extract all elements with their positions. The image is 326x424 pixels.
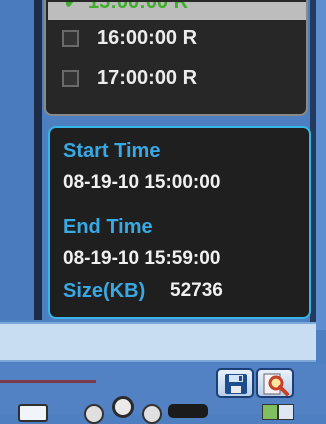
right-edge	[316, 0, 326, 330]
progress-line	[0, 380, 96, 383]
list-view-icon[interactable]	[278, 404, 294, 420]
recording-item[interactable]: 17:00:00 R	[62, 66, 197, 90]
tab-button[interactable]	[18, 404, 48, 422]
recording-item[interactable]: 16:00:00 R	[62, 26, 197, 50]
start-time-value: 08-19-10 15:00:00	[63, 172, 221, 193]
status-bar	[0, 322, 316, 362]
segment-control[interactable]	[168, 404, 208, 418]
knob-right[interactable]	[142, 404, 162, 424]
start-time-label: Start Time	[63, 140, 161, 162]
size-value: 52736	[170, 280, 223, 301]
save-button[interactable]	[216, 368, 254, 398]
size-label: Size(KB)	[63, 280, 146, 302]
end-time-value: 08-19-10 15:59:00	[63, 248, 221, 269]
save-icon	[225, 374, 247, 394]
center-knob[interactable]	[112, 396, 134, 418]
search-icon	[263, 373, 289, 396]
recording-item-label: 17:00:00 R	[97, 66, 198, 89]
recording-list: ✔ 15:00:00 R 16:00:00 R 17:00:00 R	[44, 0, 308, 116]
grid-view-icon[interactable]	[262, 404, 278, 420]
check-icon: ✔	[64, 2, 80, 12]
left-divider	[34, 0, 42, 320]
recording-item-label: 15:00:00 R	[88, 2, 189, 13]
knob-left[interactable]	[84, 404, 104, 424]
recording-checkbox[interactable]	[62, 29, 79, 47]
recording-checkbox[interactable]	[62, 69, 79, 87]
end-time-label: End Time	[63, 216, 153, 238]
search-button[interactable]	[256, 368, 294, 398]
recording-item-selected[interactable]: ✔ 15:00:00 R	[48, 2, 306, 20]
recording-item-label: 16:00:00 R	[97, 26, 198, 49]
recording-details-panel: Start Time 08-19-10 15:00:00 End Time 08…	[48, 126, 311, 319]
